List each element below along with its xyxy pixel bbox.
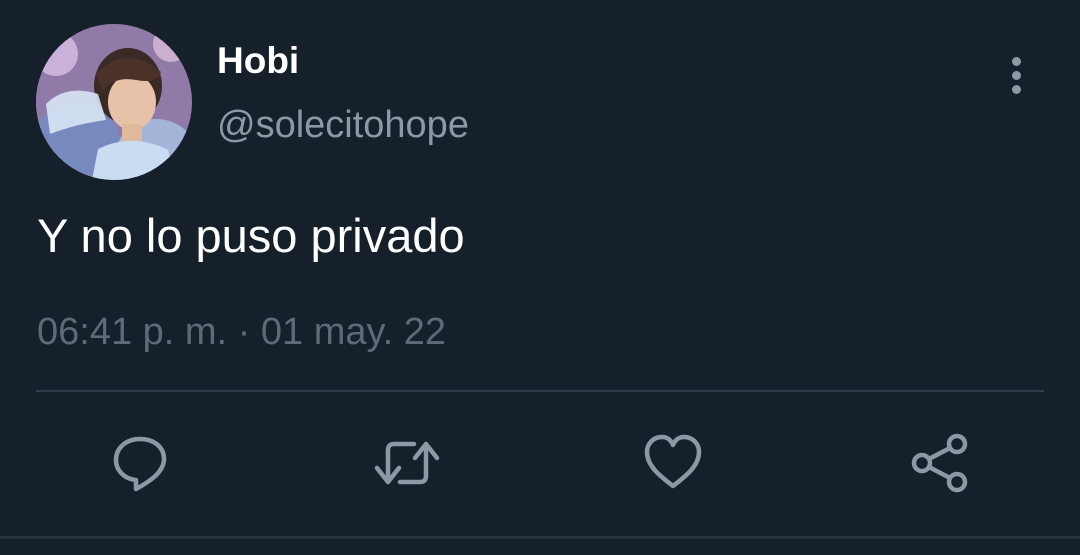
reply-button[interactable] xyxy=(107,430,173,496)
tweet-detail: Hobi @solecitohope Y no lo puso privado … xyxy=(0,0,1080,555)
more-vertical-icon-dot xyxy=(1012,85,1021,94)
more-vertical-icon xyxy=(1012,57,1021,66)
retweet-icon xyxy=(374,441,440,485)
heart-icon xyxy=(644,434,702,489)
like-button[interactable] xyxy=(640,430,706,496)
reply-icon xyxy=(113,436,167,492)
more-vertical-icon-dot xyxy=(1012,71,1021,80)
divider xyxy=(36,390,1044,392)
more-options-button[interactable] xyxy=(1000,52,1034,98)
share-icon xyxy=(911,433,968,493)
avatar[interactable] xyxy=(36,24,192,180)
tweet-timestamp[interactable]: 06:41 p. m. · 01 may. 22 xyxy=(37,311,446,354)
tweet-text: Y no lo puso privado xyxy=(37,209,465,262)
display-name[interactable]: Hobi xyxy=(217,40,299,82)
avatar-image xyxy=(36,24,192,180)
bottom-divider xyxy=(0,536,1080,539)
retweet-button[interactable] xyxy=(372,430,440,496)
share-button[interactable] xyxy=(907,430,973,496)
user-handle[interactable]: @solecitohope xyxy=(217,104,469,147)
